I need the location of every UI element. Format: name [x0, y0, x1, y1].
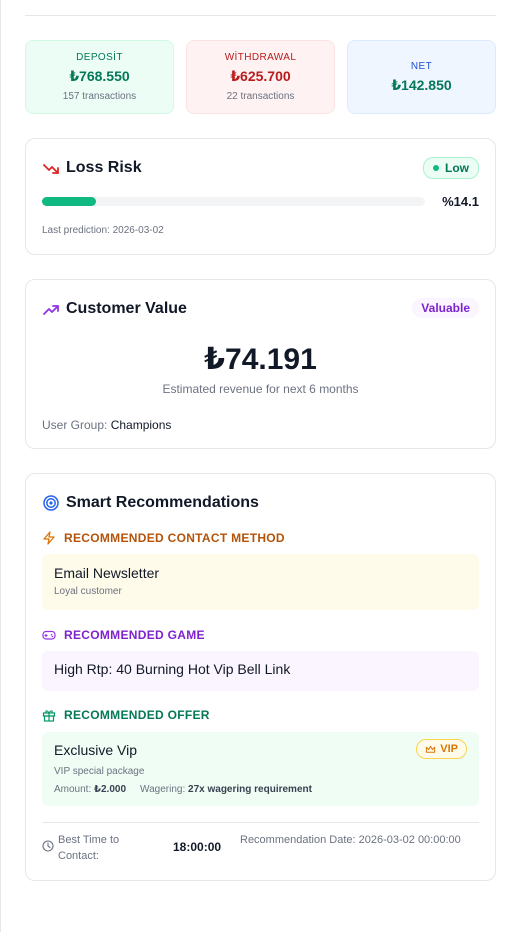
offer-title: Exclusive Vip — [54, 742, 138, 758]
status-dot-icon — [433, 165, 439, 171]
user-group: User Group: Champions — [42, 418, 171, 432]
deposit-label: DEPOSİT — [76, 52, 123, 63]
deposit-stat: DEPOSİT ₺768.550 157 transactions — [25, 40, 174, 114]
best-time-label: Best Time to Contact: — [58, 834, 120, 862]
game-box: High Rtp: 40 Burning Hot Vip Bell Link — [42, 651, 479, 691]
net-stat: NET ₺142.850 — [347, 40, 496, 114]
crown-icon — [426, 745, 436, 753]
game-title: High Rtp: 40 Burning Hot Vip Bell Link — [54, 661, 291, 677]
net-label: NET — [410, 60, 433, 72]
lightning-icon — [43, 531, 55, 545]
last-prediction: Last prediction: 2026-03-02 — [42, 225, 164, 236]
offer-amount-label: Amount: — [54, 784, 92, 795]
offer-wagering-label: Wagering: — [140, 784, 186, 795]
withdrawal-stat: WİTHDRAWAL ₺625.700 22 transactions — [186, 40, 335, 114]
contact-method-heading: RECOMMENDED CONTACT METHOD — [42, 531, 285, 545]
trending-up-icon — [43, 305, 59, 315]
offer-amount: Amount: ₺2.000 — [54, 784, 126, 795]
gamepad-icon — [42, 630, 56, 640]
best-time-group: Best Time to Contact: — [42, 832, 138, 864]
offer-wagering-value: 27x wagering requirement — [188, 784, 312, 795]
user-group-value: Champions — [110, 418, 172, 432]
offer-heading: RECOMMENDED OFFER — [42, 708, 210, 722]
deposit-count: 157 transactions — [62, 91, 137, 102]
game-heading-text: RECOMMENDED GAME — [64, 628, 205, 642]
offer-sub: VIP special package — [54, 766, 145, 777]
offer-box: Exclusive Vip VIP VIP special package Am… — [42, 732, 479, 806]
withdrawal-value: ₺625.700 — [230, 68, 291, 84]
value-badge: Valuable — [412, 298, 479, 318]
smart-recommendations-card: Smart Recommendations RECOMMENDED CONTAC… — [25, 473, 496, 881]
estimated-value-amount: ₺74.191 — [204, 343, 317, 376]
risk-progress-fill — [42, 197, 96, 206]
customer-value-card: Customer Value Valuable ₺74.191 Estimate… — [25, 279, 496, 449]
vip-badge-text: VIP — [440, 743, 458, 755]
net-value: ₺142.850 — [391, 76, 452, 93]
withdrawal-count: 22 transactions — [226, 91, 295, 102]
trending-down-icon — [43, 164, 59, 174]
risk-progress-bar — [42, 197, 425, 206]
loss-risk-title: Loss Risk — [66, 159, 142, 176]
offer-amount-value: ₺2.000 — [94, 784, 127, 795]
estimated-value-caption: Estimated revenue for next 6 months — [162, 382, 359, 396]
contact-method-sub: Loyal customer — [54, 586, 122, 597]
game-heading: RECOMMENDED GAME — [42, 628, 205, 642]
loss-risk-card: Loss Risk Low %14.1 Last prediction: 202… — [25, 138, 496, 255]
risk-percent: %14.1 — [442, 194, 479, 209]
offer-meta: Amount: ₺2.000 Wagering: 27x wagering re… — [54, 784, 312, 795]
recommendation-date: Recommendation Date: 2026-03-02 00:00:00 — [240, 834, 461, 846]
clock-icon — [42, 840, 54, 852]
best-time-value: 18:00:00 — [173, 840, 222, 854]
risk-level-badge: Low — [423, 157, 479, 179]
left-border — [0, 0, 1, 932]
recommendations-title: Smart Recommendations — [66, 494, 259, 511]
risk-level-text: Low — [445, 161, 469, 175]
vip-badge: VIP — [416, 739, 467, 759]
transaction-stats: DEPOSİT ₺768.550 157 transactions WİTHDR… — [25, 40, 496, 114]
deposit-value: ₺768.550 — [69, 68, 130, 84]
top-divider — [25, 15, 496, 16]
offer-wagering: Wagering: 27x wagering requirement — [140, 784, 312, 795]
contact-method-title: Email Newsletter — [54, 565, 160, 581]
user-group-label: User Group: — [42, 418, 111, 432]
withdrawal-label: WİTHDRAWAL — [224, 52, 297, 63]
gift-icon — [42, 710, 56, 722]
customer-value-title: Customer Value — [66, 300, 187, 317]
contact-method-box: Email Newsletter Loyal customer — [42, 554, 479, 610]
target-icon — [43, 495, 59, 511]
offer-heading-text: RECOMMENDED OFFER — [64, 708, 210, 722]
contact-method-heading-text: RECOMMENDED CONTACT METHOD — [64, 531, 285, 545]
recommendations-divider — [42, 822, 479, 823]
